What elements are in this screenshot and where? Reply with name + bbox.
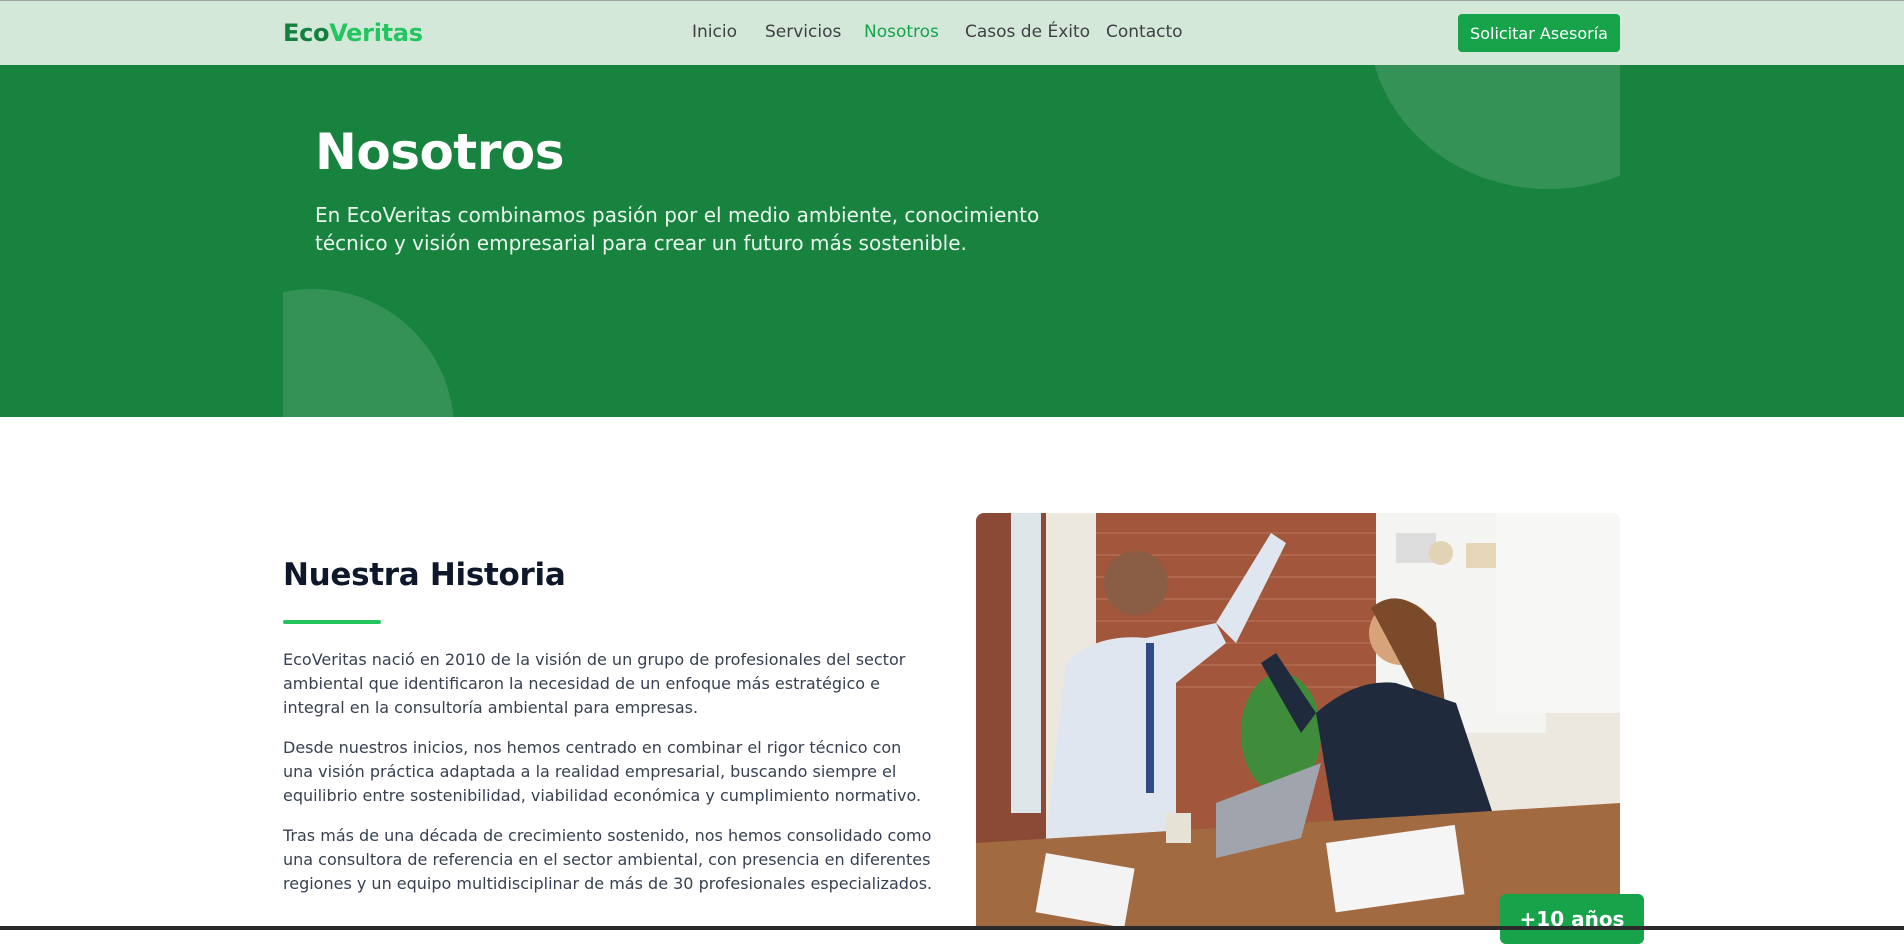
nav-link-nosotros[interactable]: Nosotros bbox=[864, 22, 939, 42]
nav-link-servicios[interactable]: Servicios bbox=[765, 22, 841, 42]
decorative-circle-top-right bbox=[1369, 65, 1620, 189]
navbar: EcoVeritas Inicio Servicios Nosotros Cas… bbox=[0, 1, 1904, 65]
nav-link-contacto[interactable]: Contacto bbox=[1106, 22, 1183, 42]
hero-subtitle: En EcoVeritas combinamos pasión por el m… bbox=[315, 203, 1040, 255]
history-paragraph-2: Desde nuestros inicios, nos hemos centra… bbox=[283, 738, 922, 805]
nav-link-casos-de-exito[interactable]: Casos de Éxito bbox=[965, 22, 1090, 42]
title-underline bbox=[283, 620, 381, 624]
years-experience-badge: +10 años bbox=[1500, 894, 1644, 944]
logo[interactable]: EcoVeritas bbox=[283, 19, 423, 47]
decorative-circle-bottom-left bbox=[283, 289, 454, 417]
history-paragraph-3: Tras más de una década de crecimiento so… bbox=[283, 826, 933, 893]
history-paragraph-1: EcoVeritas nació en 2010 de la visión de… bbox=[283, 650, 906, 717]
nav-link-inicio[interactable]: Inicio bbox=[692, 22, 737, 42]
logo-part-veritas: Veritas bbox=[329, 19, 423, 47]
solicitar-asesoria-button[interactable]: Solicitar Asesoría bbox=[1458, 14, 1620, 52]
page-title: Nosotros bbox=[315, 123, 564, 181]
history-title: Nuestra Historia bbox=[283, 557, 566, 593]
team-high-five-photo bbox=[976, 513, 1620, 930]
hero-banner: Nosotros En EcoVeritas combinamos pasión… bbox=[0, 65, 1904, 417]
logo-part-eco: Eco bbox=[283, 19, 330, 47]
window-bottom-border bbox=[0, 926, 1904, 930]
office-scene-illustration bbox=[976, 513, 1620, 930]
